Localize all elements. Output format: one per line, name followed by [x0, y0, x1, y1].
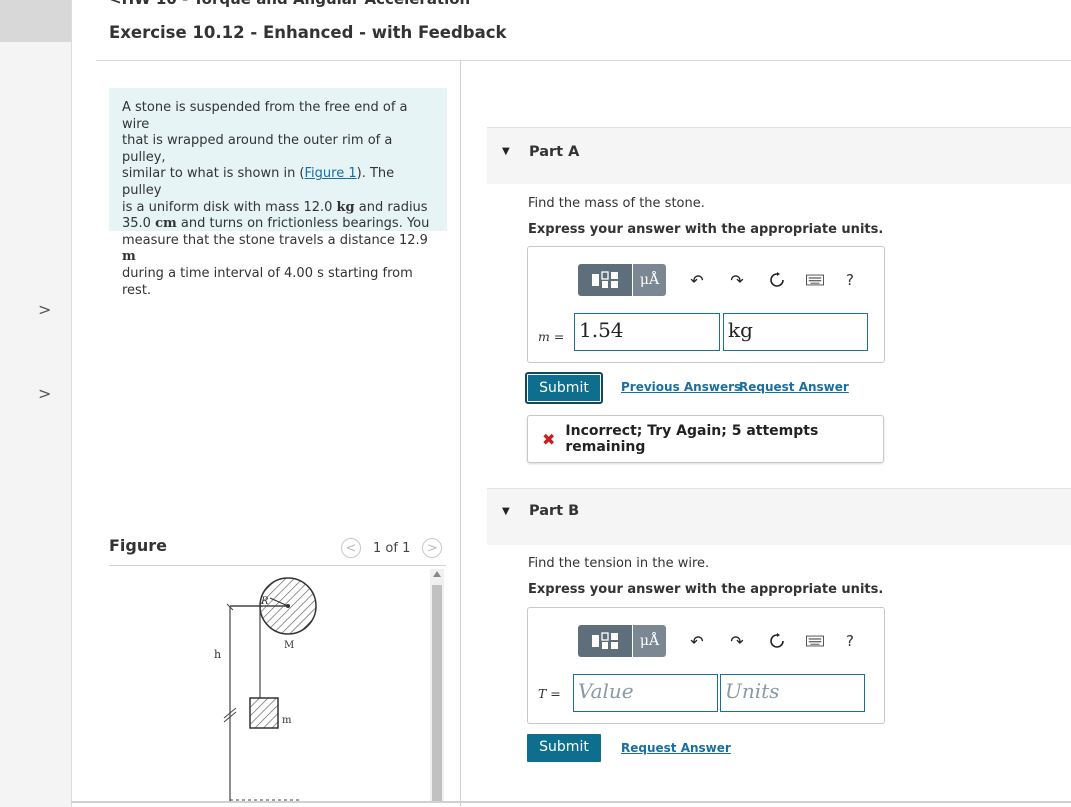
part-b-variable-label: T = — [538, 686, 561, 701]
undo-icon[interactable]: ↶ — [688, 271, 706, 290]
mass-label: M — [284, 640, 294, 651]
redo-icon[interactable]: ↷ — [728, 271, 746, 290]
part-a-units-input[interactable]: kg — [723, 313, 868, 351]
reset-icon[interactable] — [768, 632, 786, 650]
part-b-value-input[interactable]: Value — [573, 674, 718, 712]
caret-down-icon[interactable]: ▼ — [502, 146, 510, 157]
templates-button[interactable] — [578, 625, 632, 657]
h-label: h — [214, 648, 221, 661]
pulley-figure: R M h m — [214, 577, 317, 802]
templates-button[interactable] — [578, 264, 632, 296]
previous-figure-button[interactable]: < — [341, 538, 361, 558]
figure-divider — [109, 565, 446, 566]
part-a-request-answer-link[interactable]: Request Answer — [739, 380, 849, 394]
part-a-title[interactable]: Part A — [529, 144, 579, 160]
stone — [249, 697, 279, 729]
part-a-submit-button[interactable]: Submit — [525, 372, 603, 404]
problem-line: A stone is suspended from the free end o… — [122, 100, 408, 132]
scroll-up-arrow[interactable] — [433, 571, 441, 577]
figure-link[interactable]: Figure 1 — [305, 166, 357, 181]
problem-line: is a uniform disk with mass 12.0 kg and … — [122, 199, 428, 215]
assignment-breadcrumb[interactable]: <HW 10 - Torque and Angular Acceleration — [109, 0, 470, 8]
value-placeholder: Value — [578, 679, 634, 703]
part-a-question: Find the mass of the stone. — [528, 196, 705, 211]
left-rail: > > — [0, 0, 72, 807]
chevron-right-icon[interactable]: > — [38, 384, 51, 403]
problem-line: that is wrapped around the outer rim of … — [122, 133, 393, 165]
part-b-question: Find the tension in the wire. — [528, 556, 710, 571]
problem-line: measure that the stone travels a distanc… — [122, 232, 428, 265]
part-b-title[interactable]: Part B — [529, 503, 579, 519]
next-figure-button[interactable]: > — [422, 538, 443, 558]
part-b-units-instruction: Express your answer with the appropriate… — [528, 582, 884, 597]
incorrect-icon: ✖ — [542, 429, 556, 449]
undo-icon[interactable]: ↶ — [688, 632, 706, 651]
problem-line: 35.0 cm and turns on frictionless bearin… — [122, 216, 430, 232]
figure-pager: < 1 of 1 > — [341, 537, 443, 559]
problem-line: during a time interval of 4.00 s startin… — [122, 265, 413, 298]
keyboard-icon[interactable] — [806, 632, 824, 650]
rail-active-block — [0, 0, 71, 42]
previous-answers-link[interactable]: Previous Answers — [621, 380, 741, 394]
help-icon[interactable]: ? — [846, 271, 854, 289]
reset-icon[interactable] — [768, 271, 786, 289]
part-a-units-instruction: Express your answer with the appropriate… — [528, 222, 884, 237]
templates-icon — [592, 632, 618, 649]
math-toolbar: μÅ ↶ ↷ ? — [578, 625, 854, 657]
part-a-feedback: ✖ Incorrect; Try Again; 5 attempts remai… — [527, 415, 884, 463]
radius-label: R — [260, 596, 269, 607]
units-symbols-button[interactable]: μÅ — [633, 625, 666, 657]
part-b-units-input[interactable]: Units — [720, 674, 865, 712]
problem-statement: A stone is suspended from the free end o… — [109, 88, 447, 298]
templates-icon — [592, 271, 618, 288]
redo-icon[interactable]: ↷ — [728, 632, 746, 651]
part-a-answer-box: μÅ ↶ ↷ ? m = 1.54 kg — [527, 246, 885, 363]
help-icon[interactable]: ? — [846, 632, 854, 650]
figure-scrollbar-thumb[interactable] — [432, 585, 442, 801]
figure-heading: Figure — [109, 536, 167, 555]
caret-down-icon[interactable]: ▼ — [502, 506, 510, 517]
part-b-answer-box: μÅ ↶ ↷ ? T = Value Units — [527, 607, 885, 724]
part-a-variable-label: m = — [538, 329, 565, 344]
figure-pager-count: 1 of 1 — [373, 540, 411, 556]
title-divider — [96, 60, 1071, 61]
column-divider — [460, 61, 461, 806]
math-toolbar: μÅ ↶ ↷ ? — [578, 264, 854, 296]
units-placeholder: Units — [725, 679, 780, 703]
part-a-value-input[interactable]: 1.54 — [574, 313, 720, 351]
page-title: Exercise 10.12 - Enhanced - with Feedbac… — [109, 23, 507, 42]
units-symbols-button[interactable]: μÅ — [633, 264, 666, 296]
chevron-right-icon[interactable]: > — [38, 300, 51, 319]
part-b-submit-button[interactable]: Submit — [527, 734, 601, 762]
keyboard-icon[interactable] — [806, 271, 824, 289]
bottom-divider — [71, 801, 1071, 803]
stone-label: m — [282, 715, 292, 726]
feedback-text: Incorrect; Try Again; 5 attempts remaini… — [565, 423, 819, 455]
part-b-request-answer-link[interactable]: Request Answer — [621, 741, 731, 755]
problem-line: similar to what is shown in (Figure 1). … — [122, 166, 395, 198]
